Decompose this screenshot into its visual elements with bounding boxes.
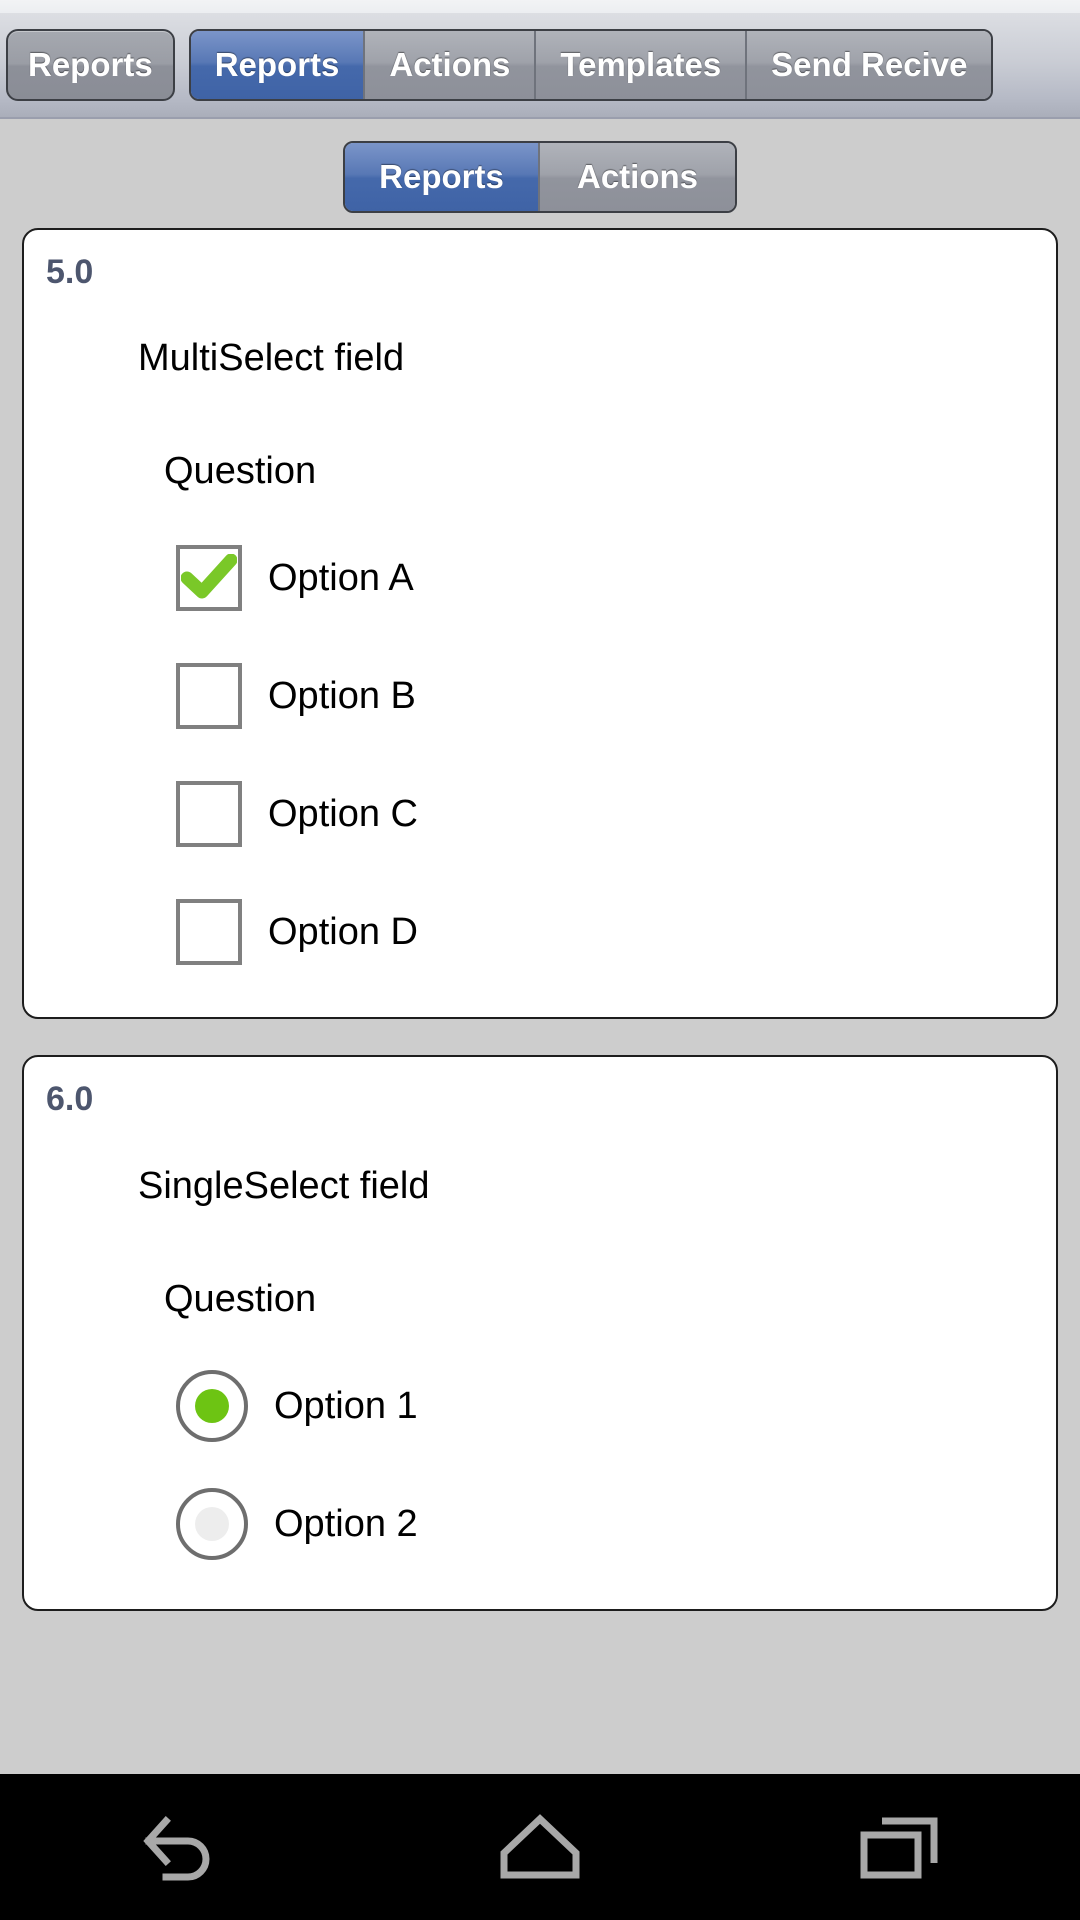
checkbox-option-list: Option A Option B Option C Option D [24, 519, 1056, 991]
primary-tab-group: Reports Actions Templates Send Recive [188, 29, 994, 101]
subtab-reports[interactable]: Reports [345, 142, 540, 211]
form-card-singleselect: 6.0 SingleSelect field Question Option 1… [22, 1055, 1058, 1611]
checkbox-checked-icon[interactable] [176, 545, 242, 612]
radio-selected-icon[interactable] [176, 1369, 248, 1442]
secondary-tab-row: Reports Actions [0, 133, 1080, 220]
question-label: Question [164, 450, 317, 493]
subtab-actions-label: Actions [576, 157, 698, 195]
phone-screen: Reports Reports Actions Templates Send R… [0, 0, 1080, 1920]
radio-option-label: Option 2 [274, 1502, 418, 1545]
checkbox-option-label: Option D [268, 911, 418, 954]
radio-option-label: Option 1 [274, 1384, 418, 1427]
radio-option-list: Option 1 Option 2 [24, 1347, 1056, 1583]
nav-back-button[interactable] [90, 1774, 270, 1920]
home-icon [500, 1814, 580, 1879]
checkbox-unchecked-icon[interactable] [176, 899, 242, 966]
back-icon [143, 1816, 210, 1881]
radio-option-1[interactable]: Option 1 [176, 1347, 1056, 1465]
radio-unselected-icon[interactable] [176, 1487, 248, 1560]
field-title: MultiSelect field [138, 337, 405, 380]
card-number: 5.0 [46, 253, 94, 291]
checkbox-unchecked-icon[interactable] [176, 781, 242, 848]
home-reports-button-label: Reports [28, 46, 153, 83]
checkbox-option-c[interactable]: Option C [176, 755, 1056, 873]
nav-recents-button[interactable] [810, 1774, 990, 1920]
form-scroll-area[interactable]: 5.0 MultiSelect field Question Option A … [0, 228, 1080, 1770]
tab-reports[interactable]: Reports [190, 31, 366, 99]
tab-reports-label: Reports [214, 46, 340, 83]
recents-icon [860, 1817, 938, 1879]
radio-dot [195, 1506, 229, 1541]
field-title: SingleSelect field [138, 1164, 430, 1207]
radio-option-2[interactable]: Option 2 [176, 1465, 1056, 1583]
tab-templates-label: Templates [560, 46, 722, 83]
tab-actions-label: Actions [389, 46, 511, 83]
checkbox-option-label: Option A [268, 557, 414, 600]
home-reports-button[interactable]: Reports [6, 29, 175, 101]
tab-send-recive[interactable]: Send Recive [747, 31, 992, 99]
check-mark-icon [181, 554, 237, 599]
checkbox-option-b[interactable]: Option B [176, 637, 1056, 755]
checkbox-option-label: Option B [268, 675, 416, 718]
checkbox-unchecked-icon[interactable] [176, 663, 242, 730]
checkbox-option-a[interactable]: Option A [176, 519, 1056, 637]
app-action-bar: Reports Reports Actions Templates Send R… [0, 13, 1080, 119]
question-label: Question [164, 1277, 317, 1320]
android-navigation-bar [0, 1774, 1080, 1920]
card-number: 6.0 [46, 1080, 94, 1119]
subtab-reports-label: Reports [379, 157, 504, 195]
tab-send-recive-label: Send Recive [771, 46, 968, 83]
checkbox-option-label: Option C [268, 793, 418, 836]
subtab-actions[interactable]: Actions [540, 142, 735, 211]
secondary-tab-group: Reports Actions [343, 140, 737, 213]
nav-home-button[interactable] [450, 1774, 630, 1920]
checkbox-option-d[interactable]: Option D [176, 873, 1056, 991]
form-card-multiselect: 5.0 MultiSelect field Question Option A … [22, 228, 1058, 1020]
status-strip [0, 0, 1080, 13]
tab-actions[interactable]: Actions [365, 31, 537, 99]
tab-templates[interactable]: Templates [536, 31, 748, 99]
radio-dot [195, 1388, 229, 1423]
